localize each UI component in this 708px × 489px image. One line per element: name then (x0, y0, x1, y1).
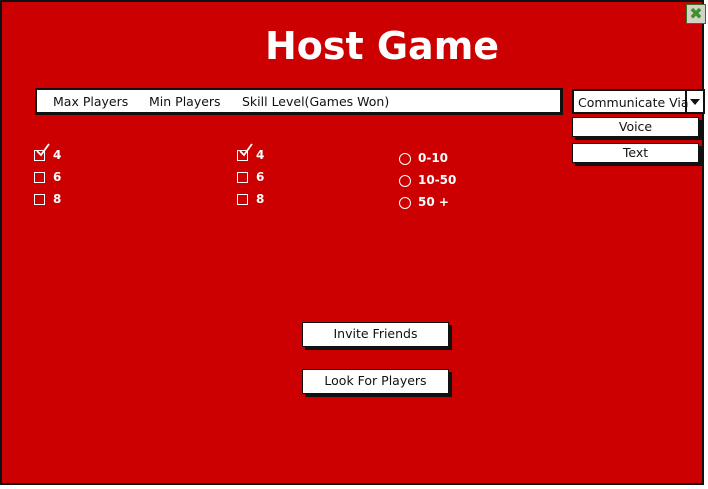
radio-button[interactable] (399, 197, 411, 209)
tab-skill-level[interactable]: Skill Level(Games Won) (242, 94, 389, 109)
checkbox[interactable] (34, 194, 45, 205)
communicate-via-dropdown[interactable]: Communicate Via (572, 89, 705, 114)
close-icon: ✖ (689, 4, 703, 23)
look-for-players-button[interactable]: Look For Players (302, 369, 449, 394)
tab-max-players[interactable]: Max Players (53, 94, 128, 109)
radio-button[interactable] (399, 153, 411, 165)
checkbox[interactable] (237, 194, 248, 205)
host-game-window: ✖ Host Game Max Players Min Players Skil… (0, 0, 706, 485)
checkbox[interactable] (237, 172, 248, 183)
communicate-via-selected: Communicate Via (578, 95, 689, 110)
voice-option-button[interactable]: Voice (572, 117, 699, 137)
tab-bar: Max Players Min Players Skill Level(Game… (35, 88, 563, 115)
radio-button[interactable] (399, 175, 411, 187)
checkbox[interactable] (34, 172, 45, 183)
page-title: Host Game (264, 24, 500, 68)
checkmark-icon (36, 143, 50, 157)
text-option-button[interactable]: Text (572, 143, 699, 163)
tab-min-players[interactable]: Min Players (149, 94, 221, 109)
chevron-down-icon[interactable] (685, 91, 703, 112)
checkmark-icon (239, 143, 253, 157)
invite-friends-button[interactable]: Invite Friends (302, 322, 449, 347)
close-button[interactable]: ✖ (686, 4, 706, 24)
